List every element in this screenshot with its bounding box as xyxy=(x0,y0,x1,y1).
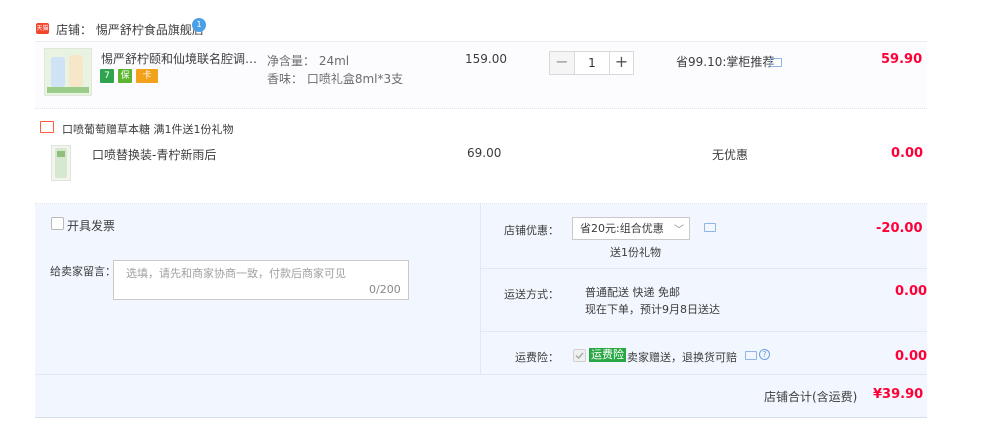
invoice-checkbox[interactable] xyxy=(51,217,64,230)
insurance-label: 运费险： xyxy=(515,351,559,364)
quantity-increase-button[interactable]: + xyxy=(609,52,633,74)
spec-scent: 香味： 口喷礼盒8ml*3支 xyxy=(267,72,404,86)
note-placeholder: 选填，请先和商家协商一致，付款后商家可见 xyxy=(126,267,346,280)
discount-select[interactable]: 省20元:组合优惠 xyxy=(572,217,690,240)
product-thumbnail-1[interactable] xyxy=(44,48,92,96)
comment-icon-insurance[interactable] xyxy=(745,351,757,360)
shipping-amount: 0.00 xyxy=(895,284,928,299)
discount-label: 店铺优惠： xyxy=(504,224,559,237)
gift-icon xyxy=(40,121,54,133)
tmall-icon: 天猫 xyxy=(36,23,49,34)
shop-total-label: 店铺合计(含运费) xyxy=(764,390,858,404)
quantity-stepper: − 1 + xyxy=(549,51,634,75)
gift-promo-text: 口喷葡萄赠草本糖 满1件送1份礼物 xyxy=(62,123,234,136)
spec-volume: 净含量： 24ml xyxy=(267,54,350,68)
chat-bubble-icon[interactable]: 1 xyxy=(192,18,206,32)
shipping-eta: 现在下单，预计9月8日送达 xyxy=(585,303,720,316)
row-divider-1 xyxy=(481,268,927,269)
shop-name[interactable]: 店铺： 惕严舒柠食品旗舰店 xyxy=(56,21,204,38)
row-divider-2 xyxy=(481,331,927,332)
quantity-input[interactable]: 1 xyxy=(574,52,609,74)
insurance-tag: 运费险 xyxy=(589,348,626,362)
shipping-method: 普通配送 快递 免邮 xyxy=(585,286,680,299)
shipping-label: 运送方式： xyxy=(504,288,559,301)
seven-day-return-icon: 7 xyxy=(100,69,114,83)
note-char-counter: 0/200 xyxy=(369,283,401,296)
item-total-2: 0.00 xyxy=(891,146,924,161)
unit-price-2: 69.00 xyxy=(467,146,502,160)
promo-label-1: 省99.10:掌柜推荐 xyxy=(676,55,775,69)
shop-total-value: ¥39.90 xyxy=(873,387,924,402)
note-label: 给卖家留言： xyxy=(50,265,116,278)
guarantee-icon: 保 xyxy=(118,69,132,83)
help-icon[interactable]: ? xyxy=(759,349,770,360)
insurance-checkbox xyxy=(573,349,586,362)
product-title-2[interactable]: 口喷替换装-青柠新雨后 xyxy=(92,146,216,163)
invoice-label: 开具发票 xyxy=(67,219,116,233)
insurance-amount: 0.00 xyxy=(895,349,928,364)
item-total-1: 59.90 xyxy=(881,52,923,67)
promo-label-2: 无优惠 xyxy=(712,148,749,162)
insurance-desc: 卖家赠送，退换货可赔 xyxy=(627,351,737,364)
comment-icon-discount[interactable] xyxy=(704,223,716,232)
card-payment-icon: 卡 xyxy=(136,69,158,83)
quantity-decrease-button[interactable]: − xyxy=(550,52,574,74)
panel-divider xyxy=(480,204,481,374)
unit-price-1: 159.00 xyxy=(465,52,507,66)
discount-gift-text: 送1份礼物 xyxy=(610,246,661,259)
comment-icon[interactable] xyxy=(770,58,782,67)
discount-amount: -20.00 xyxy=(876,221,923,236)
chevron-down-icon[interactable]: ﹀ xyxy=(674,221,684,236)
product-thumbnail-2[interactable] xyxy=(51,145,71,181)
product-title-1[interactable]: 惕严舒柠颐和仙境联名腔调小安… xyxy=(101,50,261,67)
